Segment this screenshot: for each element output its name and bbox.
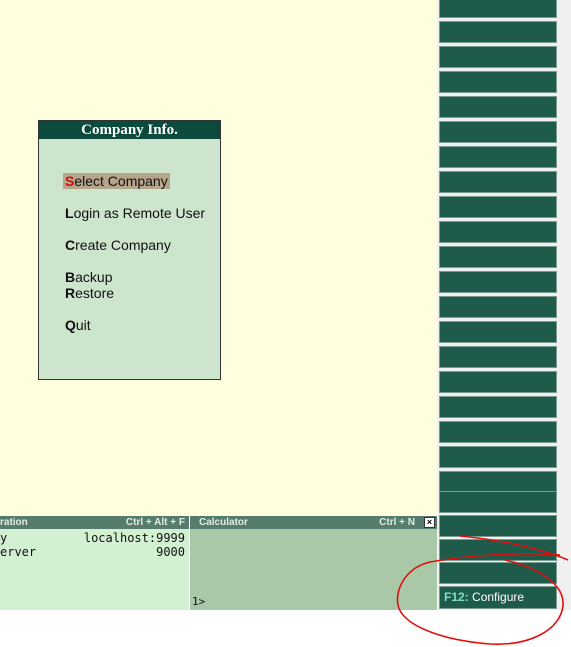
menu-item-select-company[interactable]: Select Company <box>63 173 170 189</box>
configuration-pane: ration Ctrl + Alt + F y localhost:9999 e… <box>0 516 189 610</box>
button-bar-item[interactable] <box>439 46 557 68</box>
configuration-title: ration <box>0 517 28 528</box>
calculator-shortcut: Ctrl + N <box>379 517 415 528</box>
button-bar-item[interactable] <box>439 346 557 368</box>
button-bar-item[interactable] <box>439 196 557 218</box>
hotkey: S <box>65 173 75 189</box>
calculator-pane[interactable]: Calculator Ctrl + N × 1> <box>190 516 437 610</box>
hotkey: Q <box>65 317 76 333</box>
button-bar-item[interactable] <box>439 562 557 584</box>
menu-item-restore[interactable]: Restore <box>63 285 116 301</box>
server-value: localhost:9999 <box>83 531 185 545</box>
menu-item-label: elect Company <box>74 173 168 189</box>
menu-item-backup[interactable]: Backup <box>63 269 114 285</box>
configure-button[interactable]: F12: Configure <box>439 586 557 609</box>
configuration-header: ration Ctrl + Alt + F <box>0 516 189 529</box>
configuration-shortcut: Ctrl + Alt + F <box>125 517 185 528</box>
button-bar: F12: Configure <box>437 0 571 610</box>
port-value: 9000 <box>156 545 185 559</box>
main-area: Company Info. Select Company Login as Re… <box>0 0 437 516</box>
menu-item-login-remote[interactable]: Login as Remote User <box>63 205 207 221</box>
button-bar-item[interactable] <box>439 396 557 418</box>
calculator-header: Calculator Ctrl + N × <box>190 516 437 529</box>
server-label: y <box>0 531 8 545</box>
button-bar-item[interactable] <box>439 221 557 243</box>
button-bar-item[interactable] <box>439 96 557 118</box>
port-label: erver <box>0 545 37 559</box>
menu-item-quit[interactable]: Quit <box>63 317 93 333</box>
button-bar-item[interactable] <box>439 471 557 493</box>
button-bar-item[interactable] <box>439 71 557 93</box>
company-info-panel: Company Info. Select Company Login as Re… <box>38 120 221 380</box>
calculator-prompt[interactable]: 1> <box>192 595 205 608</box>
calculator-title: Calculator <box>199 517 248 528</box>
hotkey: L <box>65 205 74 221</box>
hotkey: B <box>65 269 76 285</box>
configure-label: Configure <box>472 590 525 604</box>
button-bar-item[interactable] <box>439 539 557 561</box>
close-icon[interactable]: × <box>424 517 435 528</box>
menu-item-label: ackup <box>75 269 113 285</box>
button-bar-item[interactable] <box>439 246 557 268</box>
button-bar-item[interactable] <box>439 321 557 343</box>
button-bar-item[interactable] <box>439 121 557 143</box>
menu-item-create-company[interactable]: Create Company <box>63 237 173 253</box>
panel-title: Company Info. <box>39 121 220 139</box>
menu-item-label: reate Company <box>75 237 171 253</box>
button-bar-item[interactable] <box>439 371 557 393</box>
menu-item-label: uit <box>75 317 91 333</box>
button-bar-item[interactable] <box>439 171 557 193</box>
menu-item-label: ogin as Remote User <box>73 205 206 221</box>
button-bar-item[interactable] <box>439 515 557 537</box>
f12-key: F12: <box>444 590 469 604</box>
button-bar-item[interactable] <box>439 491 557 513</box>
button-bar-item[interactable] <box>439 271 557 293</box>
button-bar-item[interactable] <box>439 446 557 468</box>
button-bar-item[interactable] <box>439 146 557 168</box>
button-bar-item[interactable] <box>439 421 557 443</box>
menu-item-label: estore <box>75 285 115 301</box>
button-bar-item[interactable] <box>439 21 557 43</box>
hotkey: R <box>65 285 76 301</box>
hotkey: C <box>65 237 76 253</box>
button-bar-item[interactable] <box>439 296 557 318</box>
button-bar-item[interactable] <box>439 0 557 18</box>
